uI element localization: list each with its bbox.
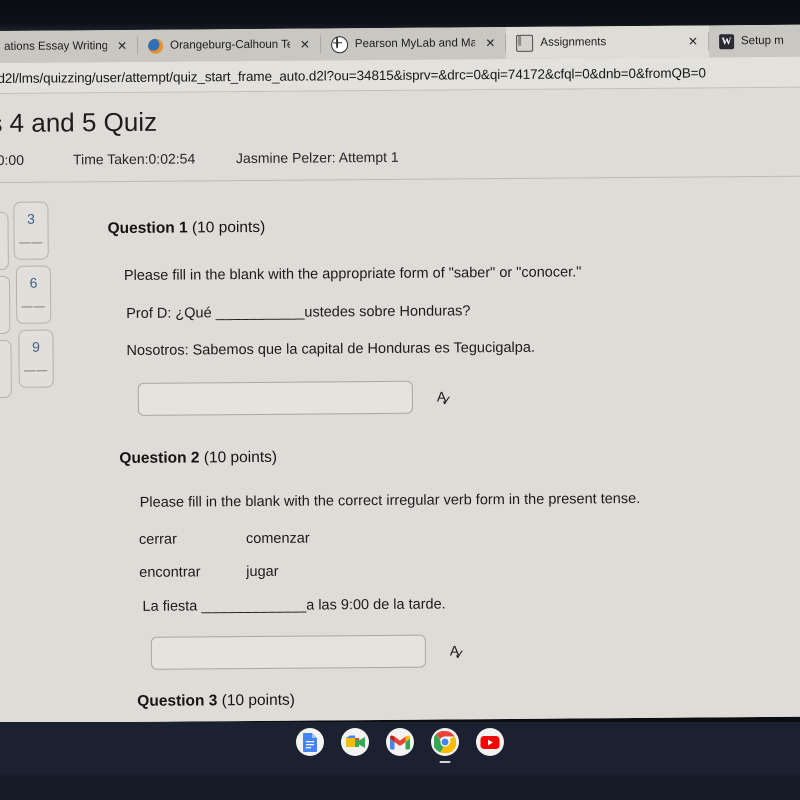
orangeburg-calhoun-favicon <box>148 38 164 54</box>
screen-photo: ations Essay Writing Pl ✕ Orangeburg-Cal… <box>0 0 800 800</box>
taskbar-shelf <box>0 722 800 800</box>
nav-card-question-6[interactable]: 6 —— <box>15 265 52 324</box>
nav-card-number: 6 <box>29 274 38 291</box>
taskbar-icon-row <box>0 728 800 763</box>
tab-label: ations Essay Writing Pl <box>4 40 108 53</box>
tab-label: Orangeburg-Calhoun Technic <box>170 38 290 52</box>
verb-comenzar: comenzar <box>245 530 310 548</box>
assignments-doc-favicon <box>516 34 534 52</box>
question-2-points: (10 points) <box>203 448 278 467</box>
nav-card-question-9[interactable]: 9 —— <box>18 329 54 388</box>
question-2-label: Question 2 <box>119 449 200 468</box>
question-2-verbs-row-2: encontrar jugar <box>139 561 641 581</box>
question-1-answer-input[interactable] <box>137 380 414 416</box>
nav-card-number: 3 <box>27 210 35 227</box>
tab-close-icon[interactable]: ✕ <box>297 38 315 52</box>
chrome-icon[interactable] <box>431 728 459 763</box>
active-app-indicator <box>439 760 451 763</box>
nav-card-partial[interactable] <box>0 339 12 399</box>
question-1-heading: Question 1 (10 points) <box>107 216 581 238</box>
question-2-line-a: La fiesta _____________a las 9:00 de la … <box>142 596 446 615</box>
google-meet-icon[interactable] <box>341 728 369 756</box>
question-3-heading: Question 3 (10 points) <box>137 692 295 711</box>
verb-jugar: jugar <box>246 563 279 581</box>
nav-card-partial[interactable] <box>0 275 11 335</box>
nav-card-dash: —— <box>19 236 44 249</box>
question-1-answer-row: A ✓ <box>137 379 583 416</box>
question-1-prompt: Please fill in the blank with the approp… <box>123 264 582 284</box>
question-3-points: (10 points) <box>221 691 295 710</box>
gmail-icon[interactable] <box>386 728 414 756</box>
question-2-prompt: Please fill in the blank with the correc… <box>139 490 641 511</box>
tab-pearson-mylab[interactable]: Pearson MyLab and Masterin ✕ <box>320 26 507 61</box>
tab-close-icon[interactable]: ✕ <box>114 39 132 53</box>
spellcheck-check: ✓ <box>454 645 466 662</box>
youtube-icon[interactable] <box>476 728 504 756</box>
question-2-heading: Question 2 (10 points) <box>119 446 640 468</box>
question-1-line-a: Prof D: ¿Qué ___________ustedes sobre Ho… <box>126 303 471 322</box>
quiz-page: rs 4 and 5 Quiz :30:00 Time Taken:0:02:5… <box>0 87 800 723</box>
tab-close-icon[interactable]: ✕ <box>685 34 703 48</box>
question-3-label: Question 3 <box>137 692 218 710</box>
pearson-globe-favicon <box>330 35 348 53</box>
question-3-block: Question 3 (10 points) <box>137 692 295 711</box>
question-nav-rail: 3 —— 6 —— 9 —— <box>0 93 69 723</box>
question-1-block: Question 1 (10 points) Please fill in th… <box>107 216 582 416</box>
nav-card-question-3[interactable]: 3 —— <box>13 201 49 260</box>
google-docs-icon[interactable] <box>296 728 324 756</box>
tab-orangeburg-calhoun[interactable]: Orangeburg-Calhoun Technic ✕ <box>138 28 322 62</box>
spellcheck-icon[interactable]: A ✓ <box>437 388 453 408</box>
nav-card-dash: —— <box>24 364 49 377</box>
browser-tab-strip: ations Essay Writing Pl ✕ Orangeburg-Cal… <box>0 24 800 63</box>
question-1-line-b: Nosotros: Sabemos que la capital de Hond… <box>126 339 535 359</box>
tab-label: Setup m <box>740 34 784 48</box>
tab-close-icon[interactable]: ✕ <box>482 36 500 50</box>
question-2-block: Question 2 (10 points) Please fill in th… <box>119 446 641 670</box>
spellcheck-icon[interactable]: A ✓ <box>450 642 466 662</box>
nav-card-dash: —— <box>21 300 46 313</box>
url-text: n/d2l/lms/quizzing/user/attempt/quiz_sta… <box>0 64 706 86</box>
spellcheck-check: ✓ <box>441 391 453 408</box>
verb-cerrar: cerrar <box>138 531 177 548</box>
quiz-attempt-info: Jasmine Pelzer: Attempt 1 <box>235 148 399 167</box>
browser-window: ations Essay Writing Pl ✕ Orangeburg-Cal… <box>0 24 800 723</box>
verb-encontrar: encontrar <box>139 564 201 581</box>
tab-assignments[interactable]: Assignments ✕ <box>506 25 710 59</box>
question-2-verbs-row-1: cerrar comenzar <box>139 528 641 548</box>
nav-card-partial[interactable] <box>0 211 9 271</box>
tab-essay-writing[interactable]: ations Essay Writing Pl ✕ <box>0 29 139 63</box>
question-2-answer-input[interactable] <box>150 634 427 670</box>
header-divider <box>0 175 800 183</box>
tab-label: Assignments <box>540 36 607 49</box>
word-favicon: W <box>718 33 735 49</box>
question-1-points: (10 points) <box>191 218 266 237</box>
question-2-answer-row: A ✓ <box>150 633 642 670</box>
quiz-time-taken: Time Taken:0:02:54 <box>72 150 196 168</box>
tab-label: Pearson MyLab and Masterin <box>354 37 476 51</box>
tab-setup[interactable]: W Setup m <box>708 24 800 58</box>
nav-card-number: 9 <box>32 338 40 355</box>
question-1-label: Question 1 <box>107 219 188 238</box>
